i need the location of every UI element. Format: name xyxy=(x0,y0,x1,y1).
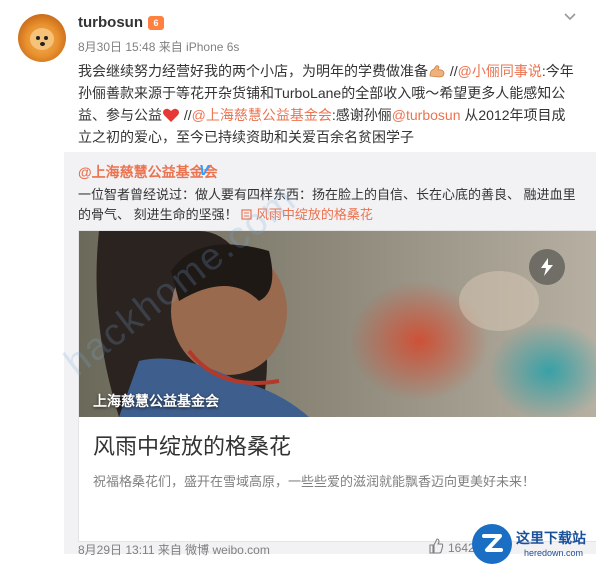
heart-emoji-icon xyxy=(163,108,179,122)
vip-badge[interactable]: 6 xyxy=(148,16,164,30)
article-link[interactable]: 风雨中绽放的格桑花 xyxy=(256,207,373,222)
article-cover-image[interactable]: 上海慈慧公益基金会 xyxy=(79,231,596,417)
flex-arm-emoji-icon xyxy=(429,65,445,78)
cover-caption: 上海慈慧公益基金会 xyxy=(93,393,219,409)
repost-meta: 8月29日 13:11 来自 微博 weibo.com xyxy=(78,543,270,557)
mention-link[interactable]: @上海慈慧公益基金会 xyxy=(192,107,332,123)
weibo-post: turbosun 6 8月30日 15:48 来自 iPhone 6s 我会继续… xyxy=(0,0,596,565)
like-thumb-icon[interactable] xyxy=(428,538,444,554)
watermark-logo: 这里下载站 heredown.com xyxy=(472,524,594,564)
post-meta: 8月30日 15:48 来自 iPhone 6s xyxy=(78,40,240,54)
watermark-title: 这里下载站 xyxy=(516,531,586,547)
chevron-down-icon[interactable] xyxy=(562,8,578,24)
watermark-url: heredown.com xyxy=(524,548,584,558)
article-title[interactable]: 风雨中绽放的格桑花 xyxy=(93,429,291,461)
repost-container: @上海慈慧公益基金会 V 一位智者曾经说过：做人要有四样东西：扬在脸上的自信、长… xyxy=(64,152,596,554)
username[interactable]: turbosun xyxy=(78,14,143,31)
link-icon xyxy=(241,209,252,220)
verified-badge: V xyxy=(199,162,210,179)
article-description: 祝福格桑花们，盛开在雪域高原，一些些爱的滋润就能飘香迈向更美好未来！ xyxy=(93,474,536,489)
post-text: 我会继续努力经营好我的两个小店，为明年的学费做准备 xyxy=(78,63,428,79)
post-content: 我会继续努力经营好我的两个小店，为明年的学费做准备 //@小俪同事说:今年孙俪善… xyxy=(78,63,574,145)
mention-link[interactable]: @turbosun xyxy=(392,107,461,123)
repost-author[interactable]: @上海慈慧公益基金会 xyxy=(78,162,218,182)
article-card[interactable]: 上海慈慧公益基金会 风雨中绽放的格桑花 祝福格桑花们，盛开在雪域高原，一些些爱的… xyxy=(78,230,596,542)
mention-link[interactable]: @小俪同事说 xyxy=(458,63,542,79)
like-count: 1642 xyxy=(448,541,475,555)
avatar[interactable] xyxy=(18,14,66,62)
lightning-play-icon[interactable] xyxy=(529,249,565,285)
watermark-z-icon xyxy=(472,524,512,564)
repost-text: 一位智者曾经说过：做人要有四样东西：扬在脸上的自信、长在心底的善良、 融进血里的… xyxy=(78,187,576,222)
